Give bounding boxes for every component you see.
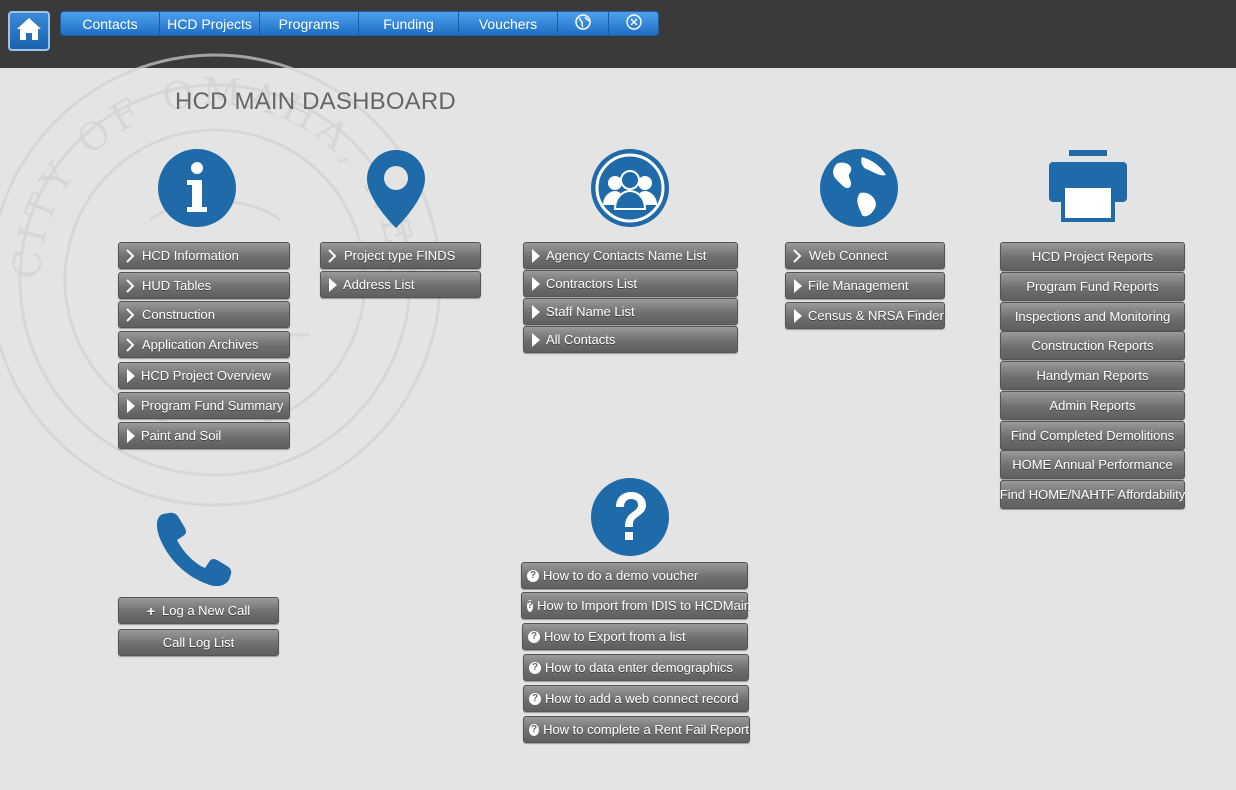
admin-reports-button[interactable]: Admin Reports [1000,391,1185,420]
chevron-right-icon [126,337,136,352]
chevron-right-icon [126,307,136,322]
nav-vouchers[interactable]: Vouchers [459,12,558,35]
button-label: HUD Tables [142,278,212,293]
question-icon [591,478,669,561]
button-label: Contractors List [546,276,638,291]
help-rent-fail-report-button[interactable]: ? How to complete a Rent Fail Report [523,716,750,743]
question-circle-icon: ? [529,661,541,674]
button-label: Agency Contacts Name List [546,248,707,263]
inspections-monitoring-button[interactable]: Inspections and Monitoring [1000,302,1185,331]
home-icon [15,16,43,47]
printer-icon [1049,150,1127,227]
contractors-list-button[interactable]: Contractors List [523,270,738,297]
file-management-button[interactable]: File Management [785,272,945,299]
census-nrsa-finder-button[interactable]: Census & NRSA Finder [785,302,945,329]
triangle-right-icon [329,277,337,292]
triangle-right-icon [127,428,135,443]
top-bar: Contacts HCD Projects Programs Funding V… [0,0,1236,68]
nav-contacts[interactable]: Contacts [61,12,160,35]
button-label: All Contacts [546,332,616,347]
triangle-right-icon [532,248,540,263]
globe-icon [575,14,591,33]
construction-reports-button[interactable]: Construction Reports [1000,331,1185,360]
button-label: How to Import from IDIS to HCDMain [537,598,751,613]
question-circle-icon: ? [529,723,540,736]
construction-button[interactable]: Construction [118,301,290,328]
button-label: Census & NRSA Finder [808,308,944,323]
call-log-list-button[interactable]: Call Log List [118,629,279,656]
chevron-right-icon [793,248,803,263]
triangle-right-icon [532,276,540,291]
project-type-finds-button[interactable]: Project type FINDS [320,242,481,269]
button-label: How to do a demo voucher [543,568,699,583]
program-fund-summary-button[interactable]: Program Fund Summary [118,392,290,419]
triangle-right-icon [127,368,135,383]
question-circle-icon: ? [529,692,541,705]
triangle-right-icon [794,308,802,323]
find-completed-demolitions-button[interactable]: Find Completed Demolitions [1000,421,1185,450]
staff-name-list-button[interactable]: Staff Name List [523,298,738,325]
phone-icon [155,512,235,591]
nav-globe-button[interactable] [558,12,609,35]
log-new-call-button[interactable]: + Log a New Call [118,597,279,624]
button-label: File Management [808,278,909,293]
page-title: HCD MAIN DASHBOARD [175,88,456,115]
button-label: Web Connect [809,248,888,263]
nav-funding[interactable]: Funding [359,12,459,35]
web-connect-button[interactable]: Web Connect [785,242,945,269]
address-list-button[interactable]: Address List [320,271,481,298]
button-label: Paint and Soil [141,428,222,443]
triangle-right-icon [127,398,135,413]
chevron-right-icon [126,248,136,263]
button-label: How to complete a Rent Fail Report [543,722,749,737]
question-circle-icon: ? [528,630,540,643]
group-icon [591,149,669,232]
handyman-reports-button[interactable]: Handyman Reports [1000,361,1185,390]
button-label: How to Export from a list [544,629,686,644]
help-add-web-connect-button[interactable]: ? How to add a web connect record [523,685,749,712]
help-import-idis-button[interactable]: ? How to Import from IDIS to HCDMain [521,592,751,619]
triangle-right-icon [532,332,540,347]
button-label: Log a New Call [162,603,251,618]
nav-close-button[interactable] [609,12,658,35]
help-demo-voucher-button[interactable]: ? How to do a demo voucher [521,562,748,589]
hud-tables-button[interactable]: HUD Tables [118,272,290,299]
button-label: Project type FINDS [344,248,456,263]
triangle-right-icon [532,304,540,319]
nav-hcd-projects[interactable]: HCD Projects [160,12,260,35]
button-label: Address List [343,277,415,292]
button-label: How to add a web connect record [545,691,739,706]
button-label: HCD Project Overview [141,368,272,383]
button-label: Construction [142,307,215,322]
world-globe-icon [820,149,898,232]
triangle-right-icon [794,278,802,293]
application-archives-button[interactable]: Application Archives [118,331,290,358]
hcd-project-overview-button[interactable]: HCD Project Overview [118,362,290,389]
chevron-right-icon [328,248,338,263]
map-pin-icon [367,150,425,233]
home-button[interactable] [8,11,50,51]
button-label: Staff Name List [546,304,635,319]
hcd-information-button[interactable]: HCD Information [118,242,290,269]
button-label: How to data enter demographics [545,660,733,675]
paint-and-soil-button[interactable]: Paint and Soil [118,422,290,449]
help-data-enter-demographics-button[interactable]: ? How to data enter demographics [523,654,749,681]
nav-programs[interactable]: Programs [260,12,359,35]
chevron-right-icon [126,278,136,293]
close-circle-icon [625,14,642,33]
home-annual-performance-button[interactable]: HOME Annual Performance [1000,450,1185,479]
main-nav: Contacts HCD Projects Programs Funding V… [60,11,659,36]
program-fund-reports-button[interactable]: Program Fund Reports [1000,272,1185,301]
button-label: Program Fund Summary [141,398,284,413]
info-icon [158,149,236,232]
question-circle-icon: ? [527,569,539,582]
help-export-list-button[interactable]: ? How to Export from a list [522,623,748,650]
agency-contacts-name-list-button[interactable]: Agency Contacts Name List [523,242,738,269]
find-home-nahtf-affordability-button[interactable]: Find HOME/NAHTF Affordability [1000,480,1185,509]
button-label: HCD Information [142,248,239,263]
plus-icon: + [146,602,156,619]
hcd-project-reports-button[interactable]: HCD Project Reports [1000,242,1185,271]
button-label: Application Archives [142,337,259,352]
all-contacts-button[interactable]: All Contacts [523,326,738,353]
